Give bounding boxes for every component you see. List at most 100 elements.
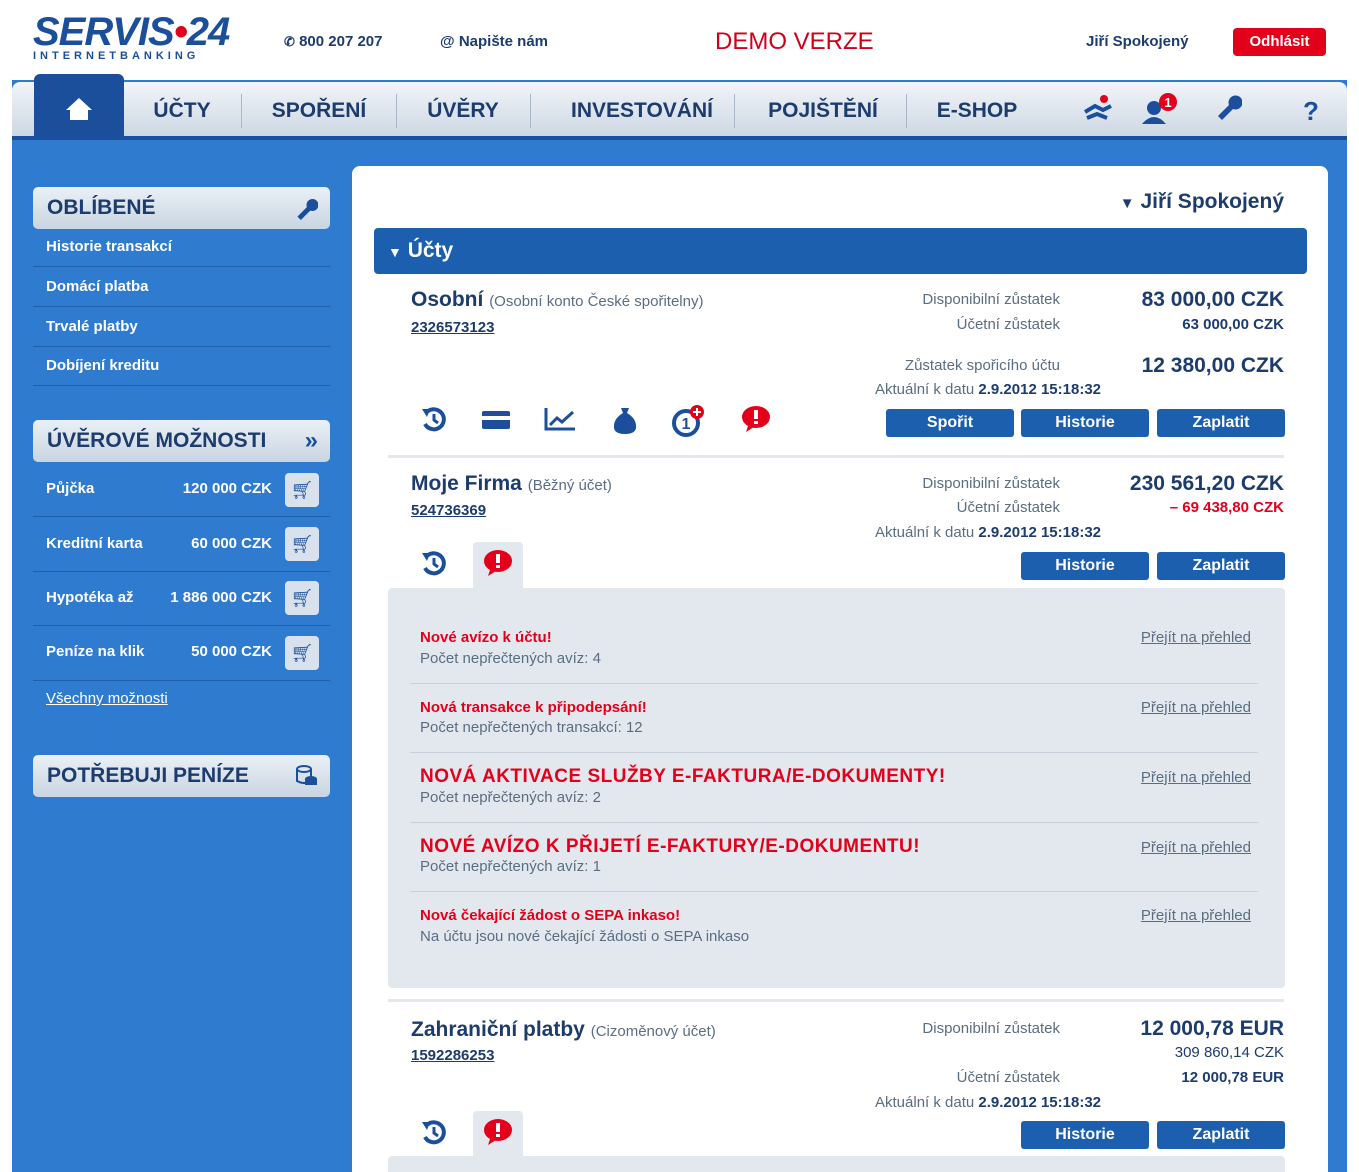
as-of-date: Aktuální k datu 2.9.2012 15:18:32 [875, 1094, 1101, 1111]
ledger-balance-label: Účetní zůstatek [956, 499, 1060, 516]
go-to-overview-link[interactable]: Přejít na přehled [1141, 699, 1251, 716]
favorite-item[interactable]: Domácí platba [46, 278, 149, 295]
credit-item-amount: 120 000 CZK [182, 480, 272, 497]
tab-eshop[interactable]: E-SHOP [912, 82, 1042, 140]
messages-icon[interactable]: 1 [1138, 92, 1182, 130]
available-balance-label: Disponibilní zůstatek [922, 475, 1060, 492]
savings-balance: 12 380,00 CZK [1141, 354, 1284, 377]
favorite-item[interactable]: Trvalé platby [46, 318, 138, 335]
go-to-overview-link[interactable]: Přejít na přehled [1141, 907, 1251, 924]
account-number-link[interactable]: 1592286253 [411, 1047, 494, 1064]
tab-ucty[interactable]: ÚČTY [130, 82, 234, 140]
email-link[interactable]: @ Napište nám [440, 33, 548, 50]
section-title: Účty [407, 239, 454, 262]
all-options-link[interactable]: Všechny možnosti [46, 690, 168, 707]
nav-divider [396, 94, 397, 128]
alert-icon[interactable] [736, 404, 776, 441]
history-icon[interactable] [414, 548, 454, 585]
credit-item-label[interactable]: Půjčka [46, 480, 94, 497]
client-selector[interactable]: ▼ Jiří Spokojený [1120, 190, 1284, 214]
ledger-balance-label: Účetní zůstatek [956, 1069, 1060, 1086]
nav-divider [530, 94, 531, 128]
cart-icon[interactable]: 🛒︎ [285, 581, 319, 615]
as-of-date: Aktuální k datu 2.9.2012 15:18:32 [875, 524, 1101, 541]
favorites-header[interactable]: OBLÍBENÉ [33, 187, 330, 229]
history-icon[interactable] [414, 1117, 454, 1154]
as-of-value: 2.9.2012 15:18:32 [978, 524, 1102, 541]
double-chevron-right-icon[interactable]: » [305, 420, 318, 462]
need-money-title: POTŘEBUJI PENÍZE [47, 764, 249, 787]
need-money-header[interactable]: POTŘEBUJI PENÍZE [33, 755, 330, 797]
alerts-panel [388, 1156, 1285, 1172]
svg-text:1: 1 [682, 416, 691, 433]
credit-options-title: ÚVĚROVÉ MOŽNOSTI [47, 429, 267, 452]
accounts-section-header[interactable]: ▼ Účty [374, 228, 1307, 274]
phone-link[interactable]: ✆ 800 207 207 [284, 33, 383, 50]
credit-options-header[interactable]: ÚVĚROVÉ MOŽNOSTI » [33, 420, 330, 462]
history-button[interactable]: Historie [1021, 552, 1149, 580]
available-balance: 12 000,78 EUR [1140, 1017, 1284, 1040]
tab-home[interactable] [34, 74, 124, 140]
go-to-overview-link[interactable]: Přejít na přehled [1141, 839, 1251, 856]
divider [33, 385, 330, 386]
credit-item-label[interactable]: Hypotéka až [46, 589, 134, 606]
go-to-overview-link[interactable]: Přejít na přehled [1141, 629, 1251, 646]
people-icon[interactable] [1078, 92, 1118, 130]
phone-number: 800 207 207 [299, 33, 383, 50]
credit-item-label[interactable]: Peníze na klik [46, 643, 144, 660]
payment-one-icon[interactable]: 1 [668, 404, 708, 445]
client-name: Jiří Spokojený [1140, 190, 1284, 213]
alert-title: Nová transakce k připodepsání! [420, 699, 647, 716]
divider [410, 752, 1258, 753]
alert-subtitle: Počet nepřečtených transakcí: 12 [420, 719, 643, 736]
as-of-label: Aktuální k datu [875, 1094, 975, 1111]
favorite-item[interactable]: Historie transakcí [46, 238, 172, 255]
divider [33, 625, 330, 626]
main-panel: ▼ Jiří Spokojený ▼ Účty Osobní (Osobní k… [352, 166, 1328, 1172]
alert-icon[interactable] [478, 548, 518, 585]
favorite-item[interactable]: Dobíjení kreditu [46, 357, 159, 374]
ledger-balance: 63 000,00 CZK [1182, 316, 1284, 333]
alert-icon[interactable] [478, 1117, 518, 1154]
cart-icon[interactable]: 🛒︎ [285, 636, 319, 670]
chart-icon[interactable] [540, 404, 580, 441]
alert-title: NOVÉ AVÍZO K PŘIJETÍ E-FAKTURY/E-DOKUMEN… [420, 836, 921, 857]
divider [410, 891, 1258, 892]
logout-button[interactable]: Odhlásit [1233, 28, 1326, 56]
history-button[interactable]: Historie [1021, 409, 1149, 437]
phone-icon: ✆ [284, 34, 295, 49]
go-to-overview-link[interactable]: Přejít na přehled [1141, 769, 1251, 786]
alert-title: Nové avízo k účtu! [420, 629, 552, 646]
account-type: (Běžný účet) [527, 477, 612, 494]
pay-button[interactable]: Zaplatit [1157, 552, 1285, 580]
logo[interactable]: SERVIS•24 INTERNETBANKING [33, 12, 230, 62]
account-number-link[interactable]: 2326573123 [411, 319, 494, 336]
divider [33, 346, 330, 347]
settings-wrench-icon[interactable] [1208, 92, 1248, 130]
account-number-link[interactable]: 524736369 [411, 502, 486, 519]
alert-title: Nová čekající žádost o SEPA inkaso! [420, 907, 681, 924]
pay-button[interactable]: Zaplatit [1157, 409, 1285, 437]
credit-item-label[interactable]: Kreditní karta [46, 535, 143, 552]
wrench-icon[interactable] [294, 187, 319, 234]
nav-divider [906, 94, 907, 128]
cart-icon[interactable]: 🛒︎ [285, 473, 319, 507]
credit-item-amount: 60 000 CZK [191, 535, 272, 552]
caret-down-icon: ▼ [1119, 195, 1135, 212]
user-name[interactable]: Jiří Spokojený [1086, 33, 1189, 50]
history-icon[interactable] [414, 404, 454, 441]
pay-button[interactable]: Zaplatit [1157, 1121, 1285, 1149]
save-button[interactable]: Spořit [886, 409, 1014, 437]
money-bag-icon[interactable] [605, 404, 645, 443]
account-divider [388, 455, 1284, 458]
page: SERVIS•24 INTERNETBANKING ✆ 800 207 207 … [0, 0, 1359, 1172]
cart-icon[interactable]: 🛒︎ [285, 527, 319, 561]
help-button[interactable]: ? [1296, 92, 1326, 130]
history-button[interactable]: Historie [1021, 1121, 1149, 1149]
card-icon[interactable] [476, 404, 516, 441]
tab-pojisteni[interactable]: POJIŠTĚNÍ [742, 82, 904, 140]
tab-uvery[interactable]: ÚVĚRY [402, 82, 524, 140]
tab-investovani[interactable]: INVESTOVÁNÍ [542, 82, 742, 140]
tab-sporeni[interactable]: SPOŘENÍ [252, 82, 386, 140]
top-bar: SERVIS•24 INTERNETBANKING ✆ 800 207 207 … [0, 0, 1359, 80]
